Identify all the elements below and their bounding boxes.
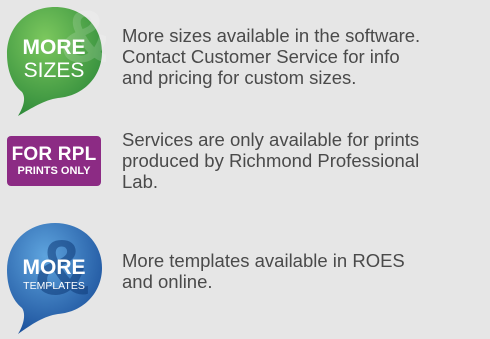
badge-line1: MORE [23, 256, 86, 279]
rpl-only-description: Services are only available for prints p… [122, 129, 420, 192]
badge-line2: PRINTS ONLY [17, 165, 91, 177]
more-sizes-description: More sizes available in the software. Co… [122, 25, 421, 88]
badge-line2: SIZES [24, 59, 85, 82]
badge-line2: TEMPLATES [23, 280, 85, 292]
rpl-only-badge: FOR RPL PRINTS ONLY [7, 136, 101, 186]
legend-panel: & MORE SIZES More sizes available in the… [0, 0, 490, 339]
badge-line1: FOR RPL [11, 144, 97, 165]
badge-line1: MORE [23, 36, 86, 59]
more-templates-badge: & MORE TEMPLATES [7, 223, 102, 334]
more-sizes-badge: & MORE SIZES [7, 4, 106, 116]
more-templates-description: More templates available in ROES and onl… [122, 250, 405, 292]
